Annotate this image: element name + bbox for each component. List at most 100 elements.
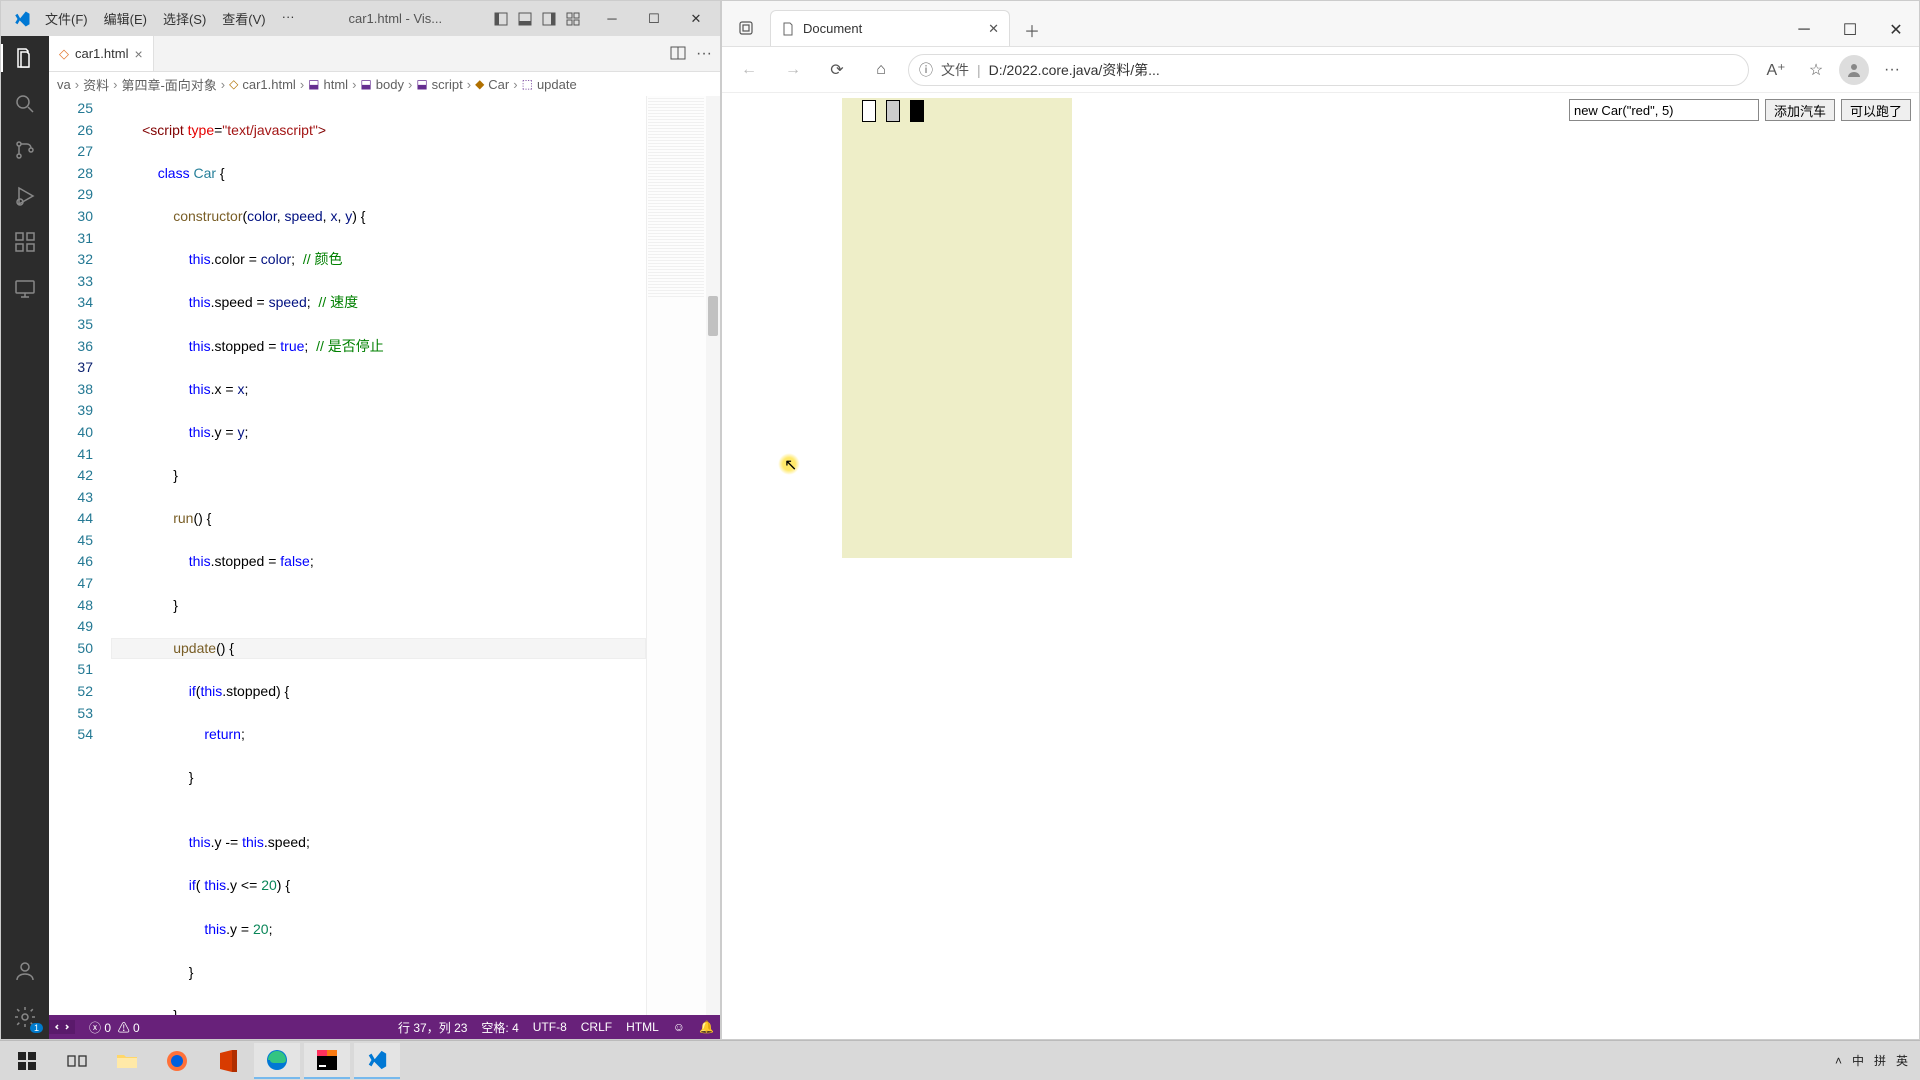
window-minimize-icon[interactable]: ─ bbox=[592, 4, 632, 34]
breadcrumb-seg[interactable]: Car bbox=[488, 77, 509, 92]
status-encoding[interactable]: UTF-8 bbox=[533, 1020, 567, 1034]
status-feedback-icon[interactable]: ☺ bbox=[673, 1020, 685, 1034]
read-aloud-icon[interactable]: A⁺ bbox=[1759, 53, 1793, 87]
breadcrumbs[interactable]: va› 资料› 第四章-面向对象› ◇ car1.html› ⬓ html› ⬓… bbox=[49, 72, 720, 96]
window-maximize-icon[interactable]: ☐ bbox=[634, 4, 674, 34]
tab-label: car1.html bbox=[75, 46, 128, 61]
status-problems[interactable]: ⓧ 0 ⚠ 0 bbox=[89, 1019, 140, 1036]
vscode-window: 文件(F) 编辑(E) 选择(S) 查看(V) ··· car1.html - … bbox=[0, 0, 721, 1040]
new-tab-icon[interactable]: ＋ bbox=[1016, 14, 1048, 46]
url-text: D:/2022.core.java/资料/第... bbox=[989, 60, 1160, 80]
p5-canvas[interactable] bbox=[842, 98, 1072, 558]
editor-tabs: ◇ car1.html × ··· bbox=[49, 36, 720, 72]
explorer-icon[interactable] bbox=[11, 44, 39, 72]
extensions-icon[interactable] bbox=[11, 228, 39, 256]
run-debug-icon[interactable] bbox=[11, 182, 39, 210]
breadcrumb-seg[interactable]: 第四章-面向对象 bbox=[121, 75, 216, 94]
breadcrumb-seg[interactable]: car1.html bbox=[242, 77, 295, 92]
symbol-icon: ⬓ bbox=[360, 77, 371, 91]
tab-title: Document bbox=[803, 21, 862, 36]
status-eol[interactable]: CRLF bbox=[581, 1020, 612, 1034]
browser-toolbar: ← → ⟳ ⌂ ⓘ 文件 | D:/2022.core.java/资料/第...… bbox=[722, 47, 1919, 93]
menu-more[interactable]: ··· bbox=[276, 5, 301, 32]
tab-actions-icon[interactable] bbox=[728, 10, 764, 46]
add-car-button[interactable]: 添加汽车 bbox=[1765, 99, 1835, 121]
more-actions-icon[interactable]: ··· bbox=[696, 45, 712, 63]
remote-explorer-icon[interactable] bbox=[11, 274, 39, 302]
breadcrumb-seg[interactable]: 资料 bbox=[83, 75, 109, 94]
breadcrumb-seg[interactable]: update bbox=[537, 77, 577, 92]
menu-select[interactable]: 选择(S) bbox=[157, 5, 212, 32]
status-bar: ⓧ 0 ⚠ 0 行 37，列 23 空格: 4 UTF-8 CRLF HTML … bbox=[49, 1015, 720, 1039]
profile-avatar-icon[interactable] bbox=[1839, 55, 1869, 85]
code-editor[interactable]: <script type="text/javascript"> class Ca… bbox=[111, 96, 646, 1015]
layout-sidebar-right-icon[interactable] bbox=[538, 8, 560, 30]
layout-panel-icon[interactable] bbox=[514, 8, 536, 30]
html-file-icon: ◇ bbox=[229, 77, 238, 91]
breadcrumb-seg[interactable]: script bbox=[432, 77, 463, 92]
back-icon[interactable]: ← bbox=[732, 53, 766, 87]
menu-edit[interactable]: 编辑(E) bbox=[98, 5, 153, 32]
favorites-icon[interactable]: ☆ bbox=[1799, 53, 1833, 87]
intellij-icon[interactable] bbox=[304, 1043, 350, 1079]
tab-close-icon[interactable]: ✕ bbox=[988, 21, 999, 37]
menu-file[interactable]: 文件(F) bbox=[39, 5, 94, 32]
split-editor-icon[interactable] bbox=[670, 45, 686, 63]
accounts-icon[interactable] bbox=[11, 957, 39, 985]
status-indent[interactable]: 空格: 4 bbox=[481, 1019, 518, 1036]
html-file-icon: ◇ bbox=[59, 46, 69, 62]
browser-viewport: 添加汽车 可以跑了 ↖ bbox=[722, 93, 1919, 1039]
source-control-icon[interactable] bbox=[11, 136, 39, 164]
file-explorer-icon[interactable] bbox=[104, 1043, 150, 1079]
layout-customize-icon[interactable] bbox=[562, 8, 584, 30]
minimap[interactable] bbox=[646, 96, 706, 1015]
browser-tab[interactable]: Document ✕ bbox=[770, 10, 1010, 46]
firefox-icon[interactable] bbox=[154, 1043, 200, 1079]
browser-window: Document ✕ ＋ ─ ☐ ✕ ← → ⟳ ⌂ ⓘ 文件 | D:/202… bbox=[721, 0, 1920, 1040]
car-input[interactable] bbox=[1569, 99, 1759, 121]
ime-indicator[interactable]: 英 bbox=[1896, 1052, 1908, 1069]
browser-titlebar: Document ✕ ＋ ─ ☐ ✕ bbox=[722, 1, 1919, 47]
breadcrumb-seg[interactable]: body bbox=[376, 77, 404, 92]
method-icon: ⬚ bbox=[522, 77, 533, 91]
status-language[interactable]: HTML bbox=[626, 1020, 659, 1034]
info-icon[interactable]: ⓘ bbox=[919, 60, 933, 80]
car-rect bbox=[886, 100, 900, 122]
more-menu-icon[interactable]: ··· bbox=[1875, 53, 1909, 87]
task-view-icon[interactable] bbox=[54, 1043, 100, 1079]
edge-icon[interactable] bbox=[254, 1043, 300, 1079]
tab-car1-html[interactable]: ◇ car1.html × bbox=[49, 36, 154, 71]
ime-indicator[interactable]: 拼 bbox=[1874, 1052, 1886, 1069]
page-icon bbox=[781, 22, 795, 36]
class-icon: ◆ bbox=[475, 77, 484, 91]
remote-indicator-icon[interactable] bbox=[49, 1020, 75, 1034]
start-button-icon[interactable] bbox=[4, 1043, 50, 1079]
address-bar[interactable]: ⓘ 文件 | D:/2022.core.java/资料/第... bbox=[908, 54, 1749, 86]
windows-taskbar: ˄ 中 拼 英 bbox=[0, 1040, 1920, 1080]
ime-indicator[interactable]: 中 bbox=[1852, 1052, 1864, 1069]
menu-view[interactable]: 查看(V) bbox=[216, 5, 271, 32]
layout-sidebar-left-icon[interactable] bbox=[490, 8, 512, 30]
symbol-icon: ⬓ bbox=[308, 77, 319, 91]
office-icon[interactable] bbox=[204, 1043, 250, 1079]
status-bell-icon[interactable]: 🔔 bbox=[699, 1020, 714, 1034]
search-icon[interactable] bbox=[11, 90, 39, 118]
breadcrumb-seg[interactable]: va bbox=[57, 77, 71, 92]
vertical-scrollbar[interactable] bbox=[706, 96, 720, 1015]
window-close-icon[interactable]: ✕ bbox=[676, 4, 716, 34]
vscode-taskbar-icon[interactable] bbox=[354, 1043, 400, 1079]
line-number-gutter[interactable]: 2526272829303132333435363738394041424344… bbox=[49, 96, 111, 1015]
window-minimize-icon[interactable]: ─ bbox=[1781, 14, 1827, 46]
home-icon[interactable]: ⌂ bbox=[864, 53, 898, 87]
refresh-icon[interactable]: ⟳ bbox=[820, 53, 854, 87]
breadcrumb-seg[interactable]: html bbox=[324, 77, 349, 92]
tab-close-icon[interactable]: × bbox=[134, 46, 142, 62]
cursor-icon: ↖ bbox=[784, 455, 797, 475]
settings-gear-icon[interactable] bbox=[11, 1003, 39, 1031]
forward-icon[interactable]: → bbox=[776, 53, 810, 87]
status-cursor-position[interactable]: 行 37，列 23 bbox=[398, 1019, 467, 1036]
window-maximize-icon[interactable]: ☐ bbox=[1827, 14, 1873, 46]
window-close-icon[interactable]: ✕ bbox=[1873, 14, 1919, 46]
run-button[interactable]: 可以跑了 bbox=[1841, 99, 1911, 121]
tray-chevron-icon[interactable]: ˄ bbox=[1835, 1054, 1842, 1068]
